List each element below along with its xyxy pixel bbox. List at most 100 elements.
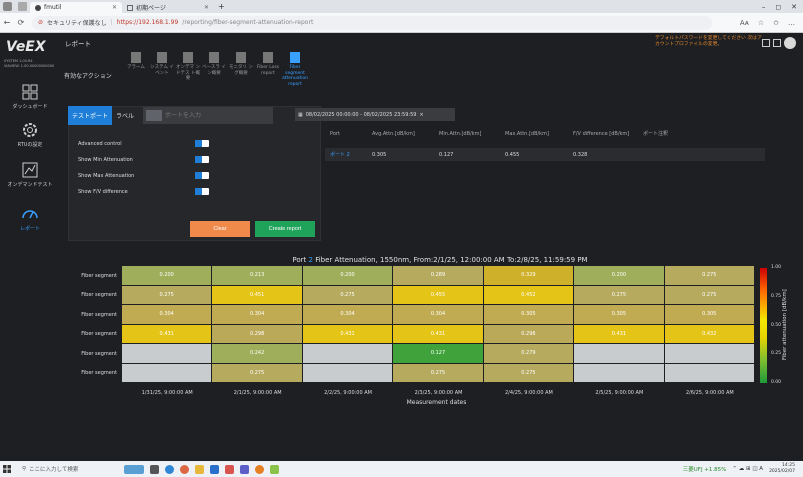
clock[interactable]: 14:25 2025/02/07 [769,463,795,475]
toggle-show-fv-difference[interactable] [195,188,209,195]
tray-icons[interactable]: ⌃ ☁ ⊞ ◫ A [732,466,763,472]
sidebar-item-rtu-settings[interactable]: RTUの設定 [0,121,60,148]
browser-tab-inactive[interactable]: 初期ページ ✕ [122,2,214,13]
minimize-icon[interactable]: – [762,3,766,11]
heatmap-cell[interactable]: 0.275 [212,363,303,383]
heatmap-cell[interactable] [122,363,213,383]
action-alarm[interactable]: アラーム [123,51,149,71]
heatmap-cell[interactable]: 0.431 [302,324,394,344]
heatmap-cell[interactable]: 0.452 [483,285,575,305]
heatmap-cell[interactable]: 0.200 [302,266,394,286]
taskbar-app-pen-icon[interactable] [270,464,279,474]
heatmap-cell[interactable]: 0.305 [483,305,575,325]
heatmap-cell[interactable]: 0.455 [393,285,484,305]
toggle-show-max-attenuation[interactable] [195,172,209,179]
heatmap-cell[interactable]: 0.451 [212,285,303,305]
toggle-show-min-attenuation[interactable] [195,156,209,163]
taskbar-app-edge-icon[interactable] [165,464,174,474]
tab-close-icon[interactable]: ✕ [204,4,209,11]
heatmap-cell[interactable] [574,344,665,364]
sidebar-item-report[interactable]: レポート [0,205,60,232]
action-baseline-summary[interactable]: ベースラ イン概要 [201,51,227,76]
heatmap-cell[interactable]: 0.275 [664,266,755,286]
new-tab-icon[interactable]: + [218,2,225,11]
sidebar-item-dashboard[interactable]: ダッシュボード [0,83,60,110]
heatmap-cell[interactable]: 0.275 [664,285,755,305]
heatmap-cell[interactable]: 0.127 [393,344,484,364]
heatmap-cell[interactable]: 0.275 [122,285,213,305]
action-fiber-segment-report[interactable]: Fiber segment attenuation report [282,51,308,87]
back-icon[interactable]: ← [0,18,14,27]
avatar[interactable] [784,37,796,49]
heatmap-cell[interactable] [574,363,665,383]
menu-dots-icon[interactable]: … [788,19,795,27]
sidebar-item-on-demand-test[interactable]: オンデマンドテスト [0,161,60,188]
window-close-icon[interactable]: ✕ [791,3,797,11]
taskbar-app-outlook-icon[interactable] [225,464,234,474]
clear-date-icon[interactable]: × [419,112,423,118]
browser-tab-active[interactable]: fmutil ✕ [30,2,122,13]
heatmap-cell[interactable]: 0.304 [122,305,213,325]
address-bar[interactable]: ⊘ セキュリティ保護なし | https://192.168.1.99/repo… [32,15,712,30]
heatmap-cell[interactable]: 0.304 [302,305,394,325]
heatmap-cell[interactable]: 0.304 [212,305,303,325]
heatmap-cell[interactable] [302,363,394,383]
heatmap-cell[interactable]: 0.289 [393,266,484,286]
heatmap-cell[interactable]: 0.242 [212,344,303,364]
port-chip[interactable] [146,110,162,121]
table-row[interactable]: ポート 2 0.305 0.127 0.455 0.328 [325,148,765,161]
heatmap-cell[interactable]: 0.329 [483,266,575,286]
maximize-icon[interactable]: ◻ [775,3,781,11]
password-warning[interactable]: デフォルトパスワードを変更してください 次はアカウントプロファイルの変更。 [655,36,765,48]
port-input[interactable] [165,112,265,119]
taskbar-app-taskview-icon[interactable] [150,464,159,474]
heatmap-cell[interactable]: 0.296 [483,324,575,344]
heatmap-cell[interactable]: 0.213 [212,266,303,286]
heatmap-cell[interactable]: 0.432 [664,324,755,344]
favorites-icon[interactable]: ✩ [773,19,779,27]
create-report-button[interactable]: Create report [255,221,315,237]
heatmap-cell[interactable]: 0.275 [483,363,575,383]
heatmap-cell[interactable]: 0.200 [574,266,665,286]
taskbar-app-firefox-icon[interactable] [255,464,264,474]
chat-icon[interactable] [762,39,770,47]
heatmap-cell[interactable]: 0.200 [122,266,213,286]
taskbar-app-weather-icon[interactable] [124,464,144,474]
heatmap-cell[interactable] [664,344,755,364]
heatmap-cell[interactable]: 0.304 [393,305,484,325]
date-range-picker[interactable]: ▦ 08/02/2025 00:00:00 - 08/02/2025 23:59… [295,108,455,121]
browser-app-icon[interactable] [3,2,12,11]
tab-grid-icon[interactable] [18,2,27,11]
flag-icon[interactable] [773,39,781,47]
taskbar-app-teams-icon[interactable] [240,464,249,474]
taskbar-app-explorer-icon[interactable] [195,464,204,474]
tab-test-port[interactable]: テストポート [68,106,113,125]
action-fiber-loss-report[interactable]: Fiber Loss report [255,51,281,76]
heatmap-cell[interactable]: 0.305 [664,305,755,325]
favorite-star-icon[interactable]: ☆ [758,19,764,27]
taskbar-app-chrome-icon[interactable] [180,464,189,474]
taskbar-search[interactable]: ⚲ ここに入力して検索 [14,465,104,473]
clear-button[interactable]: Clear [190,221,250,237]
tab-close-icon[interactable]: ✕ [112,4,117,11]
heatmap-cell[interactable]: 0.431 [393,324,484,344]
heatmap-cell[interactable]: 0.275 [393,363,484,383]
heatmap-cell[interactable]: 0.431 [122,324,213,344]
zoom-label[interactable]: Aᴀ [740,19,749,27]
action-system-events[interactable]: システム イベント [149,51,175,76]
toggle-advanced-control[interactable] [195,140,209,147]
taskbar-app-store-icon[interactable] [210,464,219,474]
start-icon[interactable] [0,465,14,473]
heatmap-cell[interactable] [302,344,394,364]
reload-icon[interactable]: ⟳ [14,18,28,27]
heatmap-cell[interactable] [664,363,755,383]
heatmap-cell[interactable]: 0.275 [574,285,665,305]
tab-label[interactable]: ラベル [112,106,138,125]
heatmap-cell[interactable]: 0.275 [302,285,394,305]
heatmap-cell[interactable]: 0.298 [212,324,303,344]
heatmap-cell[interactable]: 0.431 [574,324,665,344]
action-monitoring-summary[interactable]: モニタリ ング概要 [228,51,254,76]
heatmap-cell[interactable] [122,344,213,364]
action-on-demand-summary[interactable]: オンデマ ンドテス ト概要 [175,51,201,82]
stock-ticker[interactable]: 三菱UFJ +1.85% [683,465,727,473]
